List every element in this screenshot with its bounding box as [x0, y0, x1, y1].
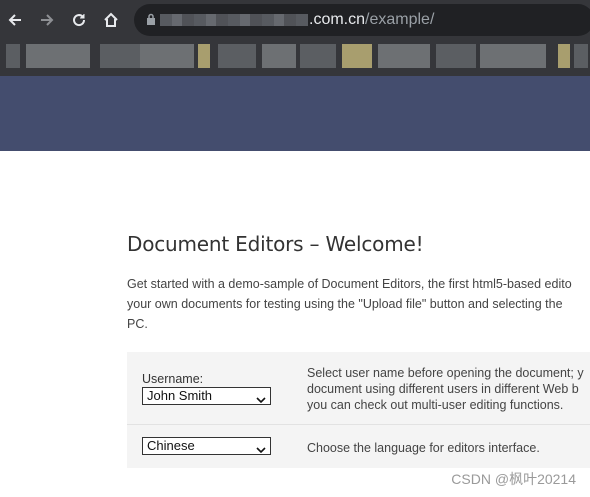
language-select[interactable]: Chinese: [142, 437, 271, 455]
intro-paragraph: Get started with a demo-sample of Docume…: [127, 274, 590, 334]
username-selected-value: John Smith: [147, 388, 213, 403]
chevron-down-icon: [256, 392, 266, 408]
lock-icon[interactable]: [146, 13, 156, 31]
url-text: .com.cn/example/: [309, 11, 434, 29]
description-line: you can check out multi-user editing fun…: [307, 398, 564, 412]
bookmark-item[interactable]: [6, 44, 20, 68]
description-line: document using different users in differ…: [307, 382, 579, 396]
bookmark-item[interactable]: [140, 44, 194, 68]
bookmark-item[interactable]: [480, 44, 546, 68]
page-title: Document Editors – Welcome!: [127, 232, 424, 256]
bookmark-item[interactable]: [100, 44, 140, 68]
browser-toolbar: .com.cn/example/: [0, 0, 590, 40]
bookmark-item[interactable]: [218, 44, 256, 68]
bookmark-item[interactable]: [378, 44, 430, 68]
language-row: Chinese Choose the language for editors …: [127, 425, 590, 468]
url-host-obscured: [160, 14, 308, 26]
reload-icon[interactable]: [67, 8, 91, 32]
intro-line: PC.: [127, 317, 148, 331]
forward-arrow-icon[interactable]: [35, 8, 59, 32]
intro-line: Get started with a demo-sample of Docume…: [127, 277, 572, 291]
home-icon[interactable]: [99, 8, 123, 32]
options-table: Username: John Smith Select user name be…: [127, 352, 590, 468]
bookmark-item[interactable]: [558, 44, 570, 68]
language-description: Choose the language for editors interfac…: [307, 441, 540, 455]
back-arrow-icon[interactable]: [3, 8, 27, 32]
username-row: Username: John Smith Select user name be…: [127, 352, 590, 425]
bookmark-item[interactable]: [300, 44, 336, 68]
language-selected-value: Chinese: [147, 438, 195, 453]
bookmarks-bar: [0, 40, 590, 76]
url-path: /example/: [365, 11, 435, 28]
bookmark-item[interactable]: [198, 44, 210, 68]
watermark: CSDN @枫叶20214: [451, 471, 576, 487]
main-content: Document Editors – Welcome! Get started …: [127, 230, 590, 468]
page-header-band: [0, 76, 590, 151]
username-description: Select user name before opening the docu…: [307, 365, 584, 413]
username-label: Username:: [142, 372, 204, 386]
bookmark-item[interactable]: [574, 44, 588, 68]
chevron-down-icon: [256, 442, 266, 458]
bookmark-item[interactable]: [342, 44, 372, 68]
url-domain: .com.cn: [309, 11, 366, 28]
username-select[interactable]: John Smith: [142, 387, 271, 405]
bookmark-item[interactable]: [26, 44, 90, 68]
bookmark-item[interactable]: [262, 44, 296, 68]
address-bar[interactable]: .com.cn/example/: [134, 4, 590, 36]
bookmark-item[interactable]: [436, 44, 476, 68]
intro-line: your own documents for testing using the…: [127, 297, 563, 311]
description-line: Select user name before opening the docu…: [307, 366, 584, 380]
